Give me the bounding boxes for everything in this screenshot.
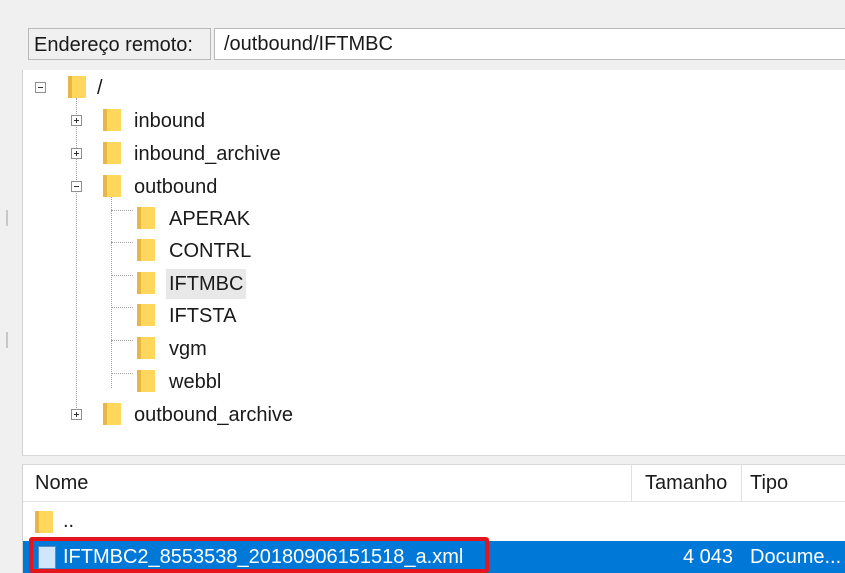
- tree-item-iftmbc[interactable]: IFTMBC: [23, 269, 845, 299]
- tree-item-contrl[interactable]: CONTRL: [23, 236, 845, 266]
- file-size: 4 043: [682, 546, 733, 568]
- splitter-grip[interactable]: [6, 210, 8, 226]
- file-row-parent[interactable]: ..: [23, 505, 845, 537]
- tree-item-webbl[interactable]: webbl: [23, 367, 845, 397]
- remote-address-label: Endereço remoto:: [28, 28, 211, 60]
- remote-address-bar: Endereço remoto: /outbound/IFTMBC: [22, 10, 845, 70]
- folder-icon: [137, 337, 155, 359]
- folder-icon: [103, 142, 121, 164]
- folder-icon: [103, 403, 121, 425]
- file-type: Docume...: [750, 546, 842, 568]
- remote-directory-tree: / inbound inbound_archive outbound APERA…: [22, 70, 845, 455]
- tree-item-inbound[interactable]: inbound: [23, 106, 845, 136]
- column-header-type[interactable]: Tipo: [750, 465, 788, 501]
- tree-item-label: IFTSTA: [169, 305, 237, 327]
- tree-item-label: inbound: [134, 110, 206, 132]
- column-separator[interactable]: [741, 465, 742, 501]
- file-name: IFTMBC2_8553538_20180906151518_a.xml: [63, 546, 464, 568]
- tree-item-vgm[interactable]: vgm: [23, 334, 845, 364]
- tree-item-label: webbl: [169, 371, 222, 393]
- folder-icon: [137, 304, 155, 326]
- tree-item-inbound-archive[interactable]: inbound_archive: [23, 139, 845, 169]
- file-row-selected[interactable]: IFTMBC2_8553538_20180906151518_a.xml 4 0…: [23, 541, 845, 573]
- folder-icon: [137, 370, 155, 392]
- xml-file-icon: [38, 546, 56, 569]
- expand-icon[interactable]: [71, 148, 82, 159]
- folder-icon: [137, 239, 155, 261]
- tree-item-outbound[interactable]: outbound: [23, 172, 845, 202]
- tree-item-root[interactable]: /: [23, 73, 845, 103]
- expand-icon[interactable]: [71, 115, 82, 126]
- splitter-grip[interactable]: [6, 332, 8, 348]
- expand-icon[interactable]: [71, 409, 82, 420]
- column-separator[interactable]: [631, 465, 632, 501]
- pane-splitter[interactable]: [22, 455, 845, 465]
- remote-address-input[interactable]: /outbound/IFTMBC: [214, 28, 845, 60]
- left-window-edge: [0, 0, 8, 573]
- folder-icon: [137, 272, 155, 294]
- tree-item-iftsta[interactable]: IFTSTA: [23, 301, 845, 331]
- tree-item-aperak[interactable]: APERAK: [23, 204, 845, 234]
- tree-item-label: vgm: [169, 338, 207, 360]
- collapse-icon[interactable]: [71, 181, 82, 192]
- folder-icon: [103, 109, 121, 131]
- folder-icon: [35, 511, 53, 533]
- tree-item-label: outbound_archive: [134, 404, 294, 426]
- tree-item-label: inbound_archive: [134, 143, 281, 165]
- folder-icon: [103, 175, 121, 197]
- column-header-size[interactable]: Tamanho: [645, 465, 727, 501]
- folder-icon: [68, 76, 86, 98]
- column-header-name[interactable]: Nome: [35, 465, 88, 501]
- tree-item-label: IFTMBC: [166, 269, 247, 299]
- folder-icon: [137, 207, 155, 229]
- tree-item-label: APERAK: [169, 208, 251, 230]
- tree-item-label: CONTRL: [169, 240, 252, 262]
- file-name: ..: [63, 510, 75, 532]
- remote-site-panel: Endereço remoto: /outbound/IFTMBC / inbo…: [22, 10, 845, 573]
- tree-item-label: outbound: [134, 176, 218, 198]
- file-list-header: Nome Tamanho Tipo: [23, 465, 845, 502]
- remote-file-list: Nome Tamanho Tipo .. IFTMBC2_8553538_201…: [22, 465, 845, 573]
- tree-item-outbound-archive[interactable]: outbound_archive: [23, 400, 845, 430]
- collapse-icon[interactable]: [35, 82, 46, 93]
- tree-item-label: /: [97, 77, 103, 99]
